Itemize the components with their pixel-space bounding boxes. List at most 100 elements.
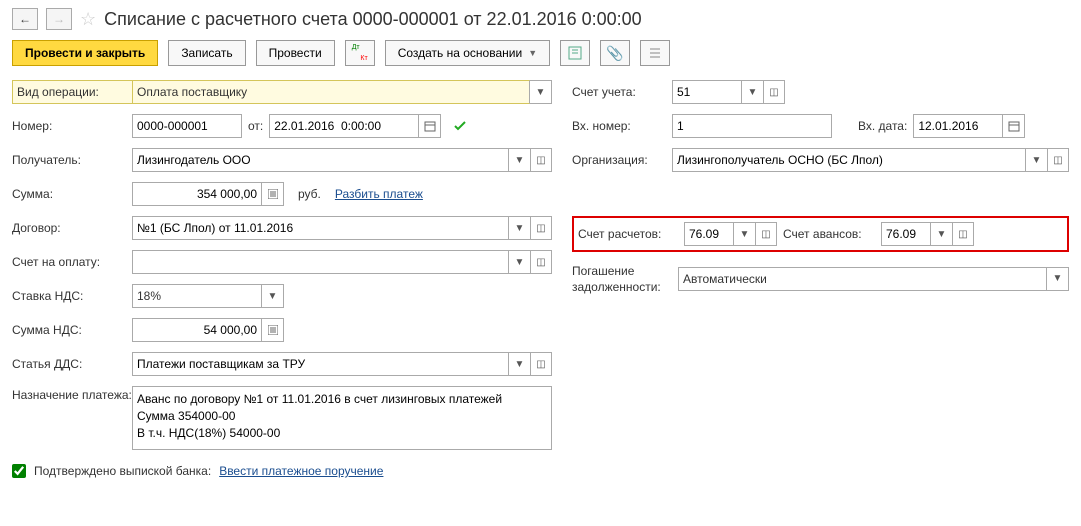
date-input-field[interactable] — [274, 119, 414, 133]
enter-payment-order-link[interactable]: Ввести платежное поручение — [219, 464, 383, 478]
split-payment-link[interactable]: Разбить платеж — [335, 187, 423, 201]
account-open-icon[interactable]: ◫ — [763, 80, 785, 104]
save-button[interactable]: Записать — [168, 40, 245, 66]
invoice-input[interactable] — [132, 250, 509, 274]
purpose-textarea[interactable] — [132, 386, 552, 450]
contract-input[interactable] — [132, 216, 509, 240]
create-based-on-button[interactable]: Создать на основании ▼ — [385, 40, 550, 66]
vat-rate-value: 18% — [137, 289, 257, 303]
dds-input[interactable] — [132, 352, 509, 376]
vat-rate-select[interactable]: 18% — [132, 284, 262, 308]
org-input[interactable] — [672, 148, 1026, 172]
in-date-label: Вх. дата: — [858, 119, 907, 133]
debt-value: Автоматически — [683, 272, 1042, 286]
dds-dropdown-icon[interactable]: ▼ — [509, 352, 531, 376]
dds-open-icon[interactable]: ◫ — [530, 352, 552, 376]
page-title: Списание с расчетного счета 0000-000001 … — [104, 9, 642, 30]
number-label: Номер: — [12, 119, 132, 133]
settle-acc-open-icon[interactable]: ◫ — [755, 222, 777, 246]
advance-acc-field[interactable] — [886, 227, 926, 241]
contract-open-icon[interactable]: ◫ — [530, 216, 552, 240]
invoice-dropdown-icon[interactable]: ▼ — [509, 250, 531, 274]
payee-label: Получатель: — [12, 153, 132, 167]
reports-button[interactable] — [560, 40, 590, 66]
currency-label: руб. — [298, 187, 321, 201]
in-number-label: Вх. номер: — [572, 119, 672, 133]
payee-input[interactable] — [132, 148, 509, 172]
nav-forward-button[interactable]: → — [46, 8, 72, 30]
post-button[interactable]: Провести — [256, 40, 335, 66]
operation-type-label: Вид операции: — [12, 80, 132, 104]
operation-type-select[interactable]: Оплата поставщику — [132, 80, 530, 104]
confirmed-label: Подтверждено выпиской банка: — [34, 464, 211, 478]
list-button[interactable] — [640, 40, 670, 66]
org-open-icon[interactable]: ◫ — [1047, 148, 1069, 172]
debt-select[interactable]: Автоматически — [678, 267, 1047, 291]
contract-label: Договор: — [12, 221, 132, 235]
chevron-down-icon: ▼ — [528, 48, 537, 58]
sum-input[interactable] — [132, 182, 262, 206]
invoice-open-icon[interactable]: ◫ — [530, 250, 552, 274]
payee-field[interactable] — [137, 153, 504, 167]
vat-sum-input[interactable] — [132, 318, 262, 342]
in-number-field[interactable] — [677, 119, 827, 133]
sum-calc-icon[interactable] — [262, 182, 284, 206]
dt-kt-button[interactable] — [345, 40, 375, 66]
status-checkmark-icon — [453, 119, 467, 133]
invoice-field[interactable] — [137, 255, 504, 269]
dds-label: Статья ДДС: — [12, 357, 132, 371]
contract-dropdown-icon[interactable]: ▼ — [509, 216, 531, 240]
settle-acc-field[interactable] — [689, 227, 729, 241]
account-dropdown-icon[interactable]: ▼ — [742, 80, 764, 104]
sum-label: Сумма: — [12, 187, 132, 201]
payee-open-icon[interactable]: ◫ — [530, 148, 552, 172]
post-and-close-button[interactable]: Провести и закрыть — [12, 40, 158, 66]
in-number-input[interactable] — [672, 114, 832, 138]
settle-acc-dropdown-icon[interactable]: ▼ — [734, 222, 756, 246]
org-label: Организация: — [572, 153, 672, 167]
org-dropdown-icon[interactable]: ▼ — [1026, 148, 1048, 172]
org-field[interactable] — [677, 153, 1021, 167]
debt-dropdown-icon[interactable]: ▼ — [1047, 267, 1069, 291]
advance-acc-input[interactable] — [881, 222, 931, 246]
operation-type-value: Оплата поставщику — [137, 85, 525, 99]
calendar-icon[interactable] — [419, 114, 441, 138]
in-date-calendar-icon[interactable] — [1003, 114, 1025, 138]
in-date-field[interactable] — [918, 119, 998, 133]
vat-sum-calc-icon[interactable] — [262, 318, 284, 342]
number-input-field[interactable] — [137, 119, 237, 133]
accounts-red-highlight: Счет расчетов: ▼ ◫ Счет авансов: ▼ ◫ — [572, 216, 1069, 252]
vat-sum-field[interactable] — [137, 323, 257, 337]
settle-acc-input[interactable] — [684, 222, 734, 246]
advance-acc-label: Счет авансов: — [783, 227, 875, 241]
operation-type-dropdown-icon[interactable]: ▼ — [530, 80, 552, 104]
account-input[interactable] — [672, 80, 742, 104]
in-date-input[interactable] — [913, 114, 1003, 138]
account-field[interactable] — [677, 85, 737, 99]
vat-sum-label: Сумма НДС: — [12, 323, 132, 337]
advance-acc-open-icon[interactable]: ◫ — [952, 222, 974, 246]
settle-acc-label: Счет расчетов: — [578, 227, 678, 241]
contract-field[interactable] — [137, 221, 504, 235]
vat-rate-dropdown-icon[interactable]: ▼ — [262, 284, 284, 308]
number-input[interactable] — [132, 114, 242, 138]
paperclip-icon: 📎 — [606, 45, 623, 62]
dds-field[interactable] — [137, 357, 504, 371]
favorite-star-icon[interactable]: ☆ — [80, 9, 96, 30]
report-icon — [568, 46, 582, 60]
vat-rate-label: Ставка НДС: — [12, 289, 132, 303]
invoice-label: Счет на оплату: — [12, 255, 132, 269]
account-label: Счет учета: — [572, 85, 672, 99]
debt-label: Погашение задолженности: — [572, 262, 672, 295]
purpose-label: Назначение платежа: — [12, 386, 132, 404]
date-input[interactable] — [269, 114, 419, 138]
payee-dropdown-icon[interactable]: ▼ — [509, 148, 531, 172]
advance-acc-dropdown-icon[interactable]: ▼ — [931, 222, 953, 246]
create-based-label: Создать на основании — [398, 46, 523, 60]
confirmed-checkbox[interactable] — [12, 464, 26, 478]
list-icon — [648, 46, 662, 60]
sum-field[interactable] — [137, 187, 257, 201]
nav-back-button[interactable]: ← — [12, 8, 38, 30]
from-label: от: — [248, 119, 263, 133]
attach-button[interactable]: 📎 — [600, 40, 630, 66]
